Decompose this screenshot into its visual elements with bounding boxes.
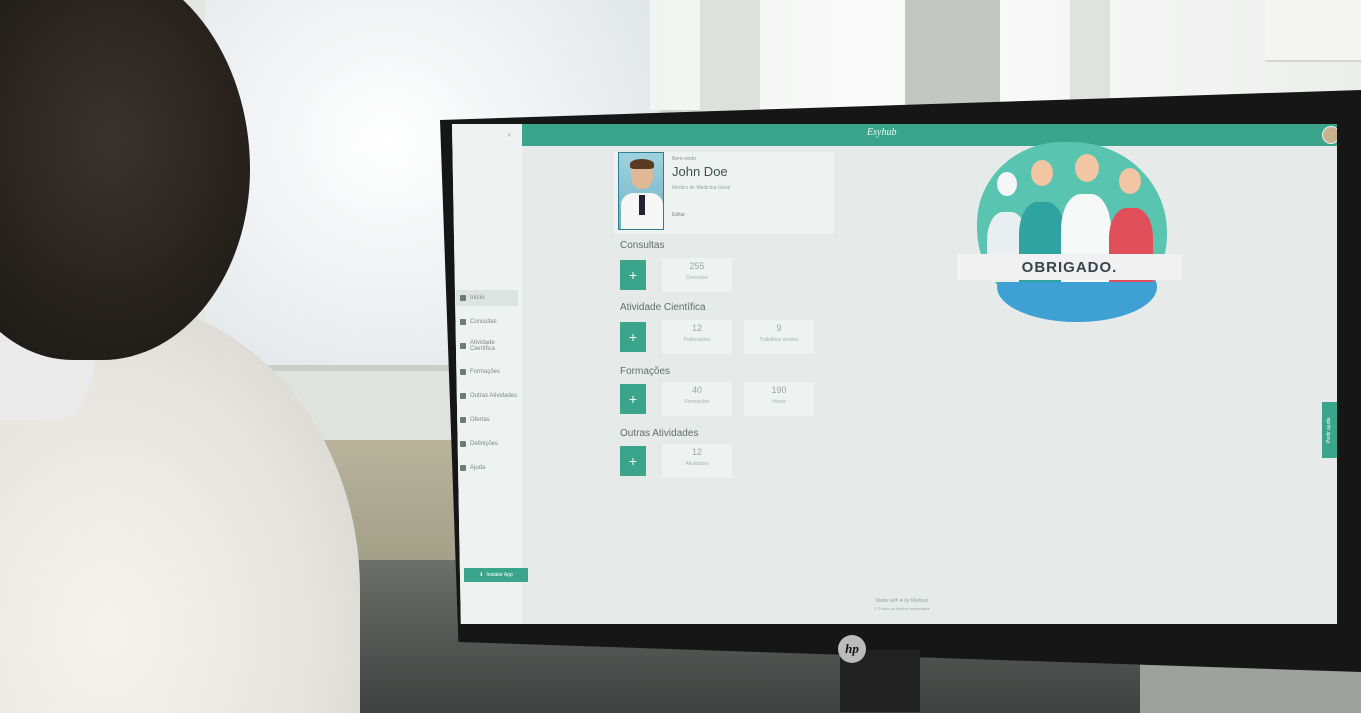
section-title-consultas: Consultas [620,240,665,251]
install-app-label: Instalar App [486,572,513,578]
stat-label: Trabalhos aceites [759,337,799,343]
monitor: hp ‹ Início Consultas Atividade Científi… [440,90,1361,712]
specialty-text: Médico de Medicina Geral [672,185,731,191]
hp-logo: hp [838,635,866,663]
footer: Made with ♥ by Medsys © Todos os direito… [812,598,992,611]
sidebar-item-label: Ofertas [470,417,490,423]
sidebar-item-atividade-cientifica[interactable]: Atividade Científica [456,338,518,354]
footer-copyright: © Todos os direitos reservados [874,606,930,611]
sidebar-item-consultas[interactable]: Consultas [456,314,518,330]
edit-profile-link[interactable]: Editar [672,212,685,218]
profile-photo [618,152,664,230]
welcome-text: Bem-vindo [672,156,696,162]
stat-value: 12 [691,323,702,333]
photo-hair [630,159,654,169]
illustration-head [1075,154,1099,182]
stat-value: 40 [691,385,702,395]
stat-label: Horas [772,399,786,405]
section-title-outras-atividades: Outras Atividades [620,428,699,439]
stat-horas: 190 Horas [744,382,814,416]
sidebar-item-label: Ajuda [470,465,486,471]
stat-label: Atividades [685,461,709,467]
thank-you-illustration: OBRIGADO. [957,142,1182,322]
footer-credit: Made with ♥ by Medsys [875,598,929,604]
stat-label: Publicações [683,337,711,343]
section-title-formacoes: Formações [620,366,671,377]
sidebar-item-label: Atividade Científica [470,340,496,352]
stat-formacoes: 40 Formações [662,382,732,416]
install-app-button[interactable]: ⬇ Instalar App [464,568,528,582]
stat-atividades: 12 Atividades [662,444,732,478]
add-consulta-button[interactable]: + [620,260,646,290]
sidebar-item-label: Início [470,295,485,301]
home-icon [460,295,466,301]
add-formacao-button[interactable]: + [620,384,646,414]
stat-trabalhos: 9 Trabalhos aceites [744,320,814,354]
sidebar-item-label: Outras Atividades [470,393,518,399]
sidebar: ‹ Início Consultas Atividade Científica … [452,124,528,624]
photo-tie [639,195,645,215]
stat-value: 190 [771,385,787,395]
calendar-icon [460,319,466,325]
window-pillar [1070,0,1110,100]
stat-value: 255 [689,261,705,271]
stat-label: Formações [684,399,710,405]
section-title-atividade-cientifica: Atividade Científica [620,302,706,313]
graduation-icon [460,369,466,375]
download-icon: ⬇ [479,572,484,578]
stat-publicacoes: 12 Publicações [662,320,732,354]
document-icon [460,343,466,349]
help-tab-button[interactable]: Pedir ajuda [1322,402,1337,458]
avatar[interactable] [1322,126,1337,144]
gear-icon [460,441,466,447]
illustration-head [997,172,1017,196]
illustration-head [1031,160,1053,186]
sidebar-item-ofertas[interactable]: Ofertas [456,412,518,428]
collapse-icon[interactable]: ‹ [508,130,511,139]
sidebar-item-label: Consultas [470,319,497,325]
top-bar: Esyhub [522,124,1337,146]
stat-label: Consultas [685,275,709,281]
stat-value: 12 [691,447,702,457]
stat-consultas: 255 Consultas [662,258,732,292]
wall-cabinet [1265,0,1361,62]
stat-value: 9 [776,323,782,333]
sidebar-item-definicoes[interactable]: Definições [456,436,518,452]
sidebar-item-label: Definições [470,441,499,447]
sidebar-item-formacoes[interactable]: Formações [456,364,518,380]
activity-icon [460,393,466,399]
doctor-name: John Doe [672,164,728,179]
profile-card: Bem-vindo John Doe Médico de Medicina Ge… [614,152,834,234]
thank-you-banner: OBRIGADO. [957,254,1182,280]
sidebar-item-label: Formações [470,369,501,375]
sidebar-item-inicio[interactable]: Início [456,290,518,306]
sidebar-item-ajuda[interactable]: Ajuda [456,460,518,476]
help-icon [460,465,466,471]
app-logo[interactable]: Esyhub [867,127,896,138]
monitor-screen: ‹ Início Consultas Atividade Científica … [452,124,1337,624]
sidebar-item-outras-atividades[interactable]: Outras Atividades [456,388,518,404]
offer-icon [460,417,466,423]
thank-you-text: OBRIGADO. [1021,259,1118,276]
photo-background: hp ‹ Início Consultas Atividade Científi… [0,0,1361,713]
add-outra-atividade-button[interactable]: + [620,446,646,476]
illustration-head [1119,168,1141,194]
add-atividade-button[interactable]: + [620,322,646,352]
